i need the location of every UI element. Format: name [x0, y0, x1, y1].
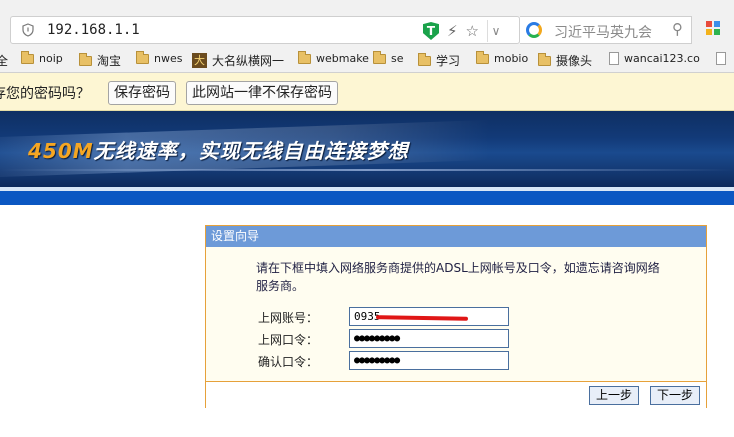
- page-icon: [609, 52, 619, 65]
- bookmark-item[interactable]: mobio: [476, 50, 528, 65]
- search-icon[interactable]: ⚲: [672, 20, 683, 38]
- banner-slogan-text: 无线速率，实现无线自由连接梦想: [93, 139, 409, 163]
- setup-wizard-panel: 设置向导 请在下框中填入网络服务商提供的ADSL上网帐号及口令，如遗忘请咨询网络…: [205, 225, 707, 409]
- bookmark-item[interactable]: nwes: [136, 50, 182, 65]
- confirm-password-label: 确认口令：: [258, 355, 319, 369]
- folder-icon: [538, 52, 551, 66]
- bookmark-item[interactable]: noip: [21, 50, 63, 65]
- bookmark-item[interactable]: 大 大名纵横网一: [192, 52, 284, 69]
- wizard-description: 请在下框中填入网络服务商提供的ADSL上网帐号及口令，如遗忘请咨询网络服务商。: [256, 261, 660, 293]
- banner-speed: 450M: [28, 139, 94, 163]
- save-password-infobar: 存您的密码吗？ 保存密码 此网站一律不保存密码: [0, 73, 734, 111]
- folder-icon: [298, 50, 311, 64]
- security-shield-icon[interactable]: [21, 23, 35, 37]
- router-banner: 450M无线速率，实现无线自由连接梦想: [0, 111, 734, 187]
- star-icon[interactable]: ☆: [466, 22, 479, 40]
- save-password-prompt: 存您的密码吗？: [0, 86, 90, 102]
- banner-slogan: 450M无线速率，实现无线自由连接梦想: [28, 135, 409, 164]
- search-input[interactable]: 习近平马英九会: [554, 22, 664, 42]
- lightning-icon[interactable]: ⚡: [447, 22, 458, 40]
- wizard-footer: 上一步 下一步: [206, 381, 706, 409]
- bookmark-item[interactable]: 摄像头: [538, 52, 592, 69]
- password-input[interactable]: ●●●●●●●●●: [349, 329, 509, 348]
- folder-icon: [136, 50, 149, 64]
- extension-t-icon[interactable]: T: [423, 22, 439, 40]
- folder-icon: [418, 52, 431, 66]
- save-password-button[interactable]: 保存密码: [108, 81, 176, 105]
- chevron-down-icon[interactable]: ∨: [487, 20, 504, 42]
- bookmark-item[interactable]: 全: [0, 52, 8, 69]
- url-text[interactable]: 192.168.1.1: [47, 22, 140, 38]
- next-step-button[interactable]: 下一步: [650, 386, 701, 405]
- bookmark-item[interactable]: [716, 52, 726, 65]
- previous-step-button[interactable]: 上一步: [589, 386, 640, 405]
- apps-grid-icon[interactable]: [706, 21, 720, 35]
- password-label: 上网口令：: [258, 333, 319, 347]
- search-engine-icon[interactable]: [526, 22, 542, 38]
- account-label: 上网账号：: [258, 311, 319, 325]
- wizard-body: 请在下框中填入网络服务商提供的ADSL上网帐号及口令，如遗忘请咨询网络服务商。 …: [206, 247, 706, 381]
- wizard-title: 设置向导: [206, 226, 706, 247]
- bookmark-item[interactable]: 学习: [418, 52, 460, 69]
- folder-icon: [79, 52, 92, 66]
- bookmarks-bar: 全 noip 淘宝 nwes 大 大名纵横网一 webmake se 学习 mo…: [0, 48, 734, 73]
- folder-icon: [476, 50, 489, 64]
- confirm-password-input[interactable]: ●●●●●●●●●: [349, 351, 509, 370]
- folder-icon: [373, 50, 386, 64]
- bookmark-item[interactable]: webmake: [298, 50, 369, 65]
- bookmark-item[interactable]: se: [373, 50, 404, 65]
- search-box[interactable]: 习近平马英九会 ⚲: [520, 16, 692, 44]
- bookmark-item[interactable]: 淘宝: [79, 52, 121, 69]
- bookmark-item[interactable]: wancai123.co: [609, 52, 700, 65]
- never-save-password-button[interactable]: 此网站一律不保存密码: [186, 81, 338, 105]
- account-input[interactable]: 0935: [349, 307, 509, 326]
- site-favicon-icon: 大: [192, 53, 207, 68]
- folder-icon: [21, 50, 34, 64]
- browser-toolbar: 192.168.1.1 T ⚡ ☆ ∨ 习近平马英九会 ⚲: [0, 0, 734, 48]
- redaction-mark: [375, 315, 469, 321]
- page-icon: [716, 52, 726, 65]
- address-bar[interactable]: 192.168.1.1 T ⚡ ☆ ∨: [10, 16, 520, 44]
